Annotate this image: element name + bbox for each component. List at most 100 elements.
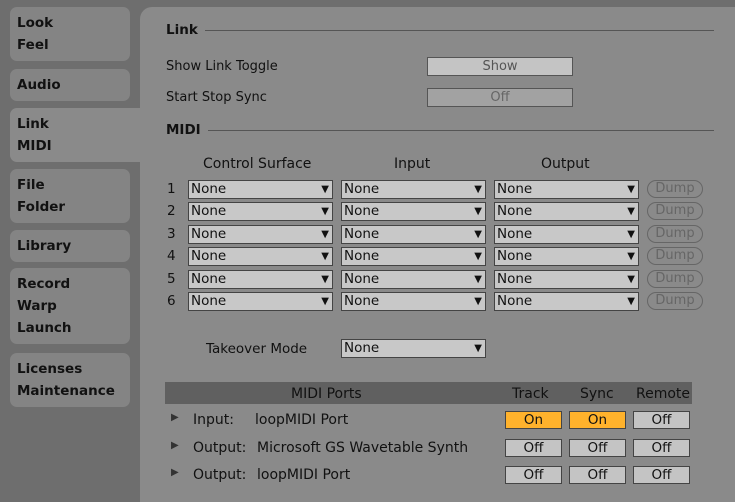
sidebar-tab-label: Look <box>17 15 54 31</box>
control-dropdown[interactable]: None ▼ <box>188 180 333 199</box>
chevron-down-icon: ▼ <box>627 274 635 285</box>
control-dropdown[interactable]: None ▼ <box>188 270 333 289</box>
track-toggle[interactable]: Off <box>505 466 562 484</box>
sync-toggle[interactable]: On <box>569 411 626 429</box>
port-type: Input: <box>193 412 234 428</box>
row-number: 5 <box>167 271 176 287</box>
link-section-title: Link <box>166 22 198 38</box>
dump-button[interactable]: Dump <box>647 180 703 198</box>
sync-toggle[interactable]: Off <box>569 438 626 457</box>
remote-toggle[interactable]: Off <box>633 466 690 484</box>
chevron-down-icon: ▼ <box>474 343 482 354</box>
row-number: 1 <box>167 181 176 197</box>
input-dropdown[interactable]: None ▼ <box>341 270 486 289</box>
output-value: None <box>497 226 533 242</box>
dump-button[interactable]: Dump <box>647 202 703 220</box>
sidebar-tab-label: Record <box>17 276 71 292</box>
sidebar-tab-label: Maintenance <box>17 383 115 399</box>
input-dropdown[interactable]: None ▼ <box>341 292 486 311</box>
input-header: Input <box>394 156 431 172</box>
sidebar-tab-audio[interactable]: Audio <box>10 69 130 101</box>
remote-header: Remote <box>636 386 691 402</box>
divider <box>208 130 714 131</box>
sidebar-tab-licenses-maintenance[interactable]: Licenses Maintenance <box>10 353 130 407</box>
control-value: None <box>191 203 227 219</box>
control-value: None <box>191 271 227 287</box>
track-header: Track <box>512 386 549 402</box>
chevron-down-icon: ▼ <box>627 184 635 195</box>
sidebar-tab-library[interactable]: Library <box>10 230 130 262</box>
midi-section-title: MIDI <box>166 122 201 138</box>
output-dropdown[interactable]: None ▼ <box>494 292 639 311</box>
output-value: None <box>497 203 533 219</box>
input-value: None <box>344 181 380 197</box>
dump-button[interactable]: Dump <box>647 270 703 288</box>
output-dropdown[interactable]: None ▼ <box>494 180 639 199</box>
output-dropdown[interactable]: None ▼ <box>494 247 639 266</box>
output-value: None <box>497 248 533 264</box>
sidebar-tab-label: Licenses <box>17 361 83 377</box>
row-number: 6 <box>167 293 176 309</box>
port-type: Output: <box>193 467 247 483</box>
chevron-down-icon: ▼ <box>474 296 482 307</box>
remote-toggle[interactable]: Off <box>633 411 690 429</box>
expand-triangle-icon[interactable]: ▶ <box>171 440 179 451</box>
expand-triangle-icon[interactable]: ▶ <box>171 467 179 478</box>
expand-triangle-icon[interactable]: ▶ <box>171 412 179 423</box>
chevron-down-icon: ▼ <box>627 206 635 217</box>
input-dropdown[interactable]: None ▼ <box>341 225 486 244</box>
output-value: None <box>497 271 533 287</box>
sidebar-tab-record-warp-launch[interactable]: Record Warp Launch <box>10 268 130 344</box>
port-name: loopMIDI Port <box>257 467 351 483</box>
takeover-mode-value: None <box>344 340 380 356</box>
row-number: 2 <box>167 203 176 219</box>
chevron-down-icon: ▼ <box>627 251 635 262</box>
chevron-down-icon: ▼ <box>321 229 329 240</box>
sidebar-tab-label: Library <box>17 238 72 254</box>
control-dropdown[interactable]: None ▼ <box>188 225 333 244</box>
output-dropdown[interactable]: None ▼ <box>494 225 639 244</box>
track-toggle[interactable]: Off <box>505 438 562 457</box>
output-dropdown[interactable]: None ▼ <box>494 270 639 289</box>
control-surface-header: Control Surface <box>203 156 312 172</box>
control-dropdown[interactable]: None ▼ <box>188 202 333 221</box>
chevron-down-icon: ▼ <box>627 296 635 307</box>
sidebar-tab-label: Launch <box>17 320 72 336</box>
track-toggle[interactable]: On <box>505 411 562 429</box>
dump-button[interactable]: Dump <box>647 225 703 243</box>
dump-button[interactable]: Dump <box>647 292 703 310</box>
sidebar-tab-label: Link <box>17 116 49 132</box>
dump-button[interactable]: Dump <box>647 247 703 265</box>
control-dropdown[interactable]: None ▼ <box>188 247 333 266</box>
sync-toggle[interactable]: Off <box>569 466 626 484</box>
output-dropdown[interactable]: None ▼ <box>494 202 639 221</box>
sidebar-tab-file-folder[interactable]: File Folder <box>10 169 130 223</box>
input-dropdown[interactable]: None ▼ <box>341 202 486 221</box>
show-link-toggle-button[interactable]: Show <box>427 57 573 76</box>
start-stop-sync-button[interactable]: Off <box>427 88 573 107</box>
input-value: None <box>344 203 380 219</box>
input-value: None <box>344 226 380 242</box>
port-name: Microsoft GS Wavetable Synth <box>257 439 469 456</box>
takeover-mode-dropdown[interactable]: None ▼ <box>341 339 486 358</box>
control-value: None <box>191 293 227 309</box>
input-dropdown[interactable]: None ▼ <box>341 180 486 199</box>
input-dropdown[interactable]: None ▼ <box>341 247 486 266</box>
remote-toggle[interactable]: Off <box>633 438 690 457</box>
chevron-down-icon: ▼ <box>474 206 482 217</box>
input-value: None <box>344 248 380 264</box>
sidebar-tab-look-feel[interactable]: Look Feel <box>10 7 130 61</box>
output-header: Output <box>541 156 590 172</box>
midi-ports-header-label: MIDI Ports <box>291 386 362 402</box>
chevron-down-icon: ▼ <box>321 274 329 285</box>
chevron-down-icon: ▼ <box>627 229 635 240</box>
control-dropdown[interactable]: None ▼ <box>188 292 333 311</box>
chevron-down-icon: ▼ <box>474 251 482 262</box>
takeover-mode-label: Takeover Mode <box>206 341 308 357</box>
sync-header: Sync <box>580 386 614 402</box>
input-value: None <box>344 293 380 309</box>
control-value: None <box>191 226 227 242</box>
output-value: None <box>497 181 533 197</box>
sidebar-tab-link-midi[interactable]: Link MIDI <box>10 108 145 162</box>
sidebar-tab-label: Feel <box>17 37 49 53</box>
